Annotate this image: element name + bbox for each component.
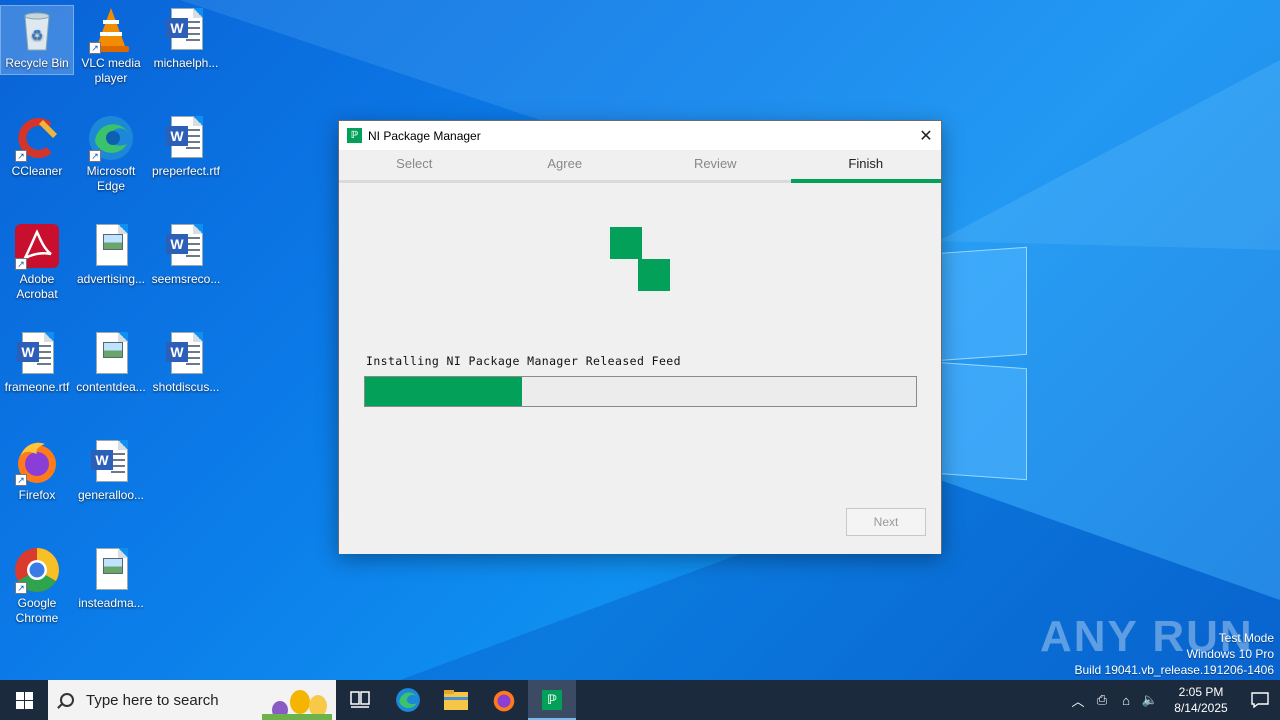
search-icon bbox=[60, 693, 74, 707]
word-document-icon: W bbox=[162, 222, 210, 270]
install-progress-bar bbox=[364, 376, 917, 407]
tab-select: Select bbox=[396, 156, 433, 171]
windows-start-icon bbox=[15, 691, 33, 709]
test-mode-watermark: Test Mode Windows 10 Pro Build 19041.vb_… bbox=[1074, 631, 1275, 677]
word-document-icon: W bbox=[87, 438, 135, 486]
desktop-icon-shotdiscus[interactable]: W shotdiscus... bbox=[150, 330, 222, 395]
taskbar-edge[interactable] bbox=[384, 680, 432, 720]
ccleaner-icon: ↗ bbox=[13, 114, 61, 162]
clock[interactable]: 2:05 PM 8/14/2025 bbox=[1162, 684, 1240, 716]
tab-finish: Finish bbox=[790, 150, 941, 183]
title-bar[interactable]: ℙ NI Package Manager ✕ bbox=[339, 121, 941, 150]
desktop-icon-contentdea[interactable]: contentdea... bbox=[75, 330, 147, 395]
word-document-icon: W bbox=[162, 6, 210, 54]
shortcut-arrow-icon: ↗ bbox=[89, 42, 101, 54]
search-placeholder: Type here to search bbox=[86, 691, 219, 709]
desktop-icon-seemsreco[interactable]: W seemsreco... bbox=[150, 222, 222, 287]
image-file-icon bbox=[87, 222, 135, 270]
close-button[interactable]: ✕ bbox=[911, 121, 941, 150]
tab-review: Review bbox=[693, 156, 737, 171]
shortcut-arrow-icon: ↗ bbox=[89, 150, 101, 162]
shortcut-arrow-icon: ↗ bbox=[15, 474, 27, 486]
taskbar-file-explorer[interactable] bbox=[432, 680, 480, 720]
taskbar: Type here to search ℙ ︿ ⎙ ⌂ 🔈 2:05 PM 8/… bbox=[0, 680, 1280, 720]
notification-icon bbox=[1251, 692, 1269, 708]
ni-package-manager-window: ℙ NI Package Manager ✕ Select Agree Revi… bbox=[338, 120, 942, 554]
desktop-icon-edge[interactable]: ↗ Microsoft Edge bbox=[75, 114, 147, 194]
notification-center-button[interactable] bbox=[1240, 692, 1280, 708]
tab-agree: Agree bbox=[547, 156, 583, 171]
shortcut-arrow-icon: ↗ bbox=[15, 150, 27, 162]
image-file-icon bbox=[87, 546, 135, 594]
desktop-icon-advertising[interactable]: advertising... bbox=[75, 222, 147, 287]
task-view-button[interactable] bbox=[336, 680, 384, 720]
shortcut-arrow-icon: ↗ bbox=[15, 582, 27, 594]
chevron-up-icon[interactable]: ︿ bbox=[1066, 691, 1090, 710]
image-file-icon bbox=[87, 330, 135, 378]
taskbar-ni-package-manager[interactable]: ℙ bbox=[528, 680, 576, 720]
next-button[interactable]: Next bbox=[846, 508, 926, 536]
firefox-icon: ↗ bbox=[13, 438, 61, 486]
ni-logo-square-bottom bbox=[638, 259, 670, 291]
desktop-icon-vlc[interactable]: ↗ VLC media player bbox=[75, 6, 147, 86]
word-document-icon: W bbox=[13, 330, 61, 378]
clock-date: 8/14/2025 bbox=[1174, 701, 1228, 715]
clock-time: 2:05 PM bbox=[1178, 685, 1224, 699]
desktop-icon-frameone[interactable]: W frameone.rtf bbox=[1, 330, 73, 395]
desktop-icon-michaelph[interactable]: W michaelph... bbox=[150, 6, 222, 71]
word-document-icon: W bbox=[162, 330, 210, 378]
volume-icon[interactable]: 🔈 bbox=[1138, 692, 1162, 708]
taskbar-search-box[interactable]: Type here to search bbox=[48, 680, 336, 720]
meet-now-icon[interactable]: ⎙ bbox=[1090, 692, 1114, 708]
svg-text:♻: ♻ bbox=[31, 27, 44, 43]
task-view-icon bbox=[350, 691, 370, 708]
chrome-icon: ↗ bbox=[13, 546, 61, 594]
firefox-icon bbox=[493, 690, 515, 712]
desktop-icon-generalloo[interactable]: W generalloo... bbox=[75, 438, 147, 503]
desktop-icon-firefox[interactable]: ↗ Firefox bbox=[1, 438, 73, 503]
window-title: NI Package Manager bbox=[368, 128, 481, 143]
desktop-icon-chrome[interactable]: ↗ Google Chrome bbox=[1, 546, 73, 626]
ni-logo-square-top bbox=[610, 227, 642, 259]
ni-app-icon: ℙ bbox=[347, 128, 362, 143]
ni-app-icon: ℙ bbox=[542, 690, 562, 710]
wizard-steps: Select Agree Review Finish bbox=[339, 150, 941, 183]
install-status-text: Installing NI Package Manager Released F… bbox=[366, 354, 681, 368]
desktop-icon-preperfect[interactable]: W preperfect.rtf bbox=[150, 114, 222, 179]
dialog-content: Installing NI Package Manager Released F… bbox=[339, 183, 941, 554]
taskbar-firefox[interactable] bbox=[480, 680, 528, 720]
network-icon[interactable]: ⌂ bbox=[1114, 693, 1138, 708]
recycle-bin-icon: ♻ bbox=[13, 6, 61, 54]
edge-browser-icon: ↗ bbox=[87, 114, 135, 162]
search-highlight-art bbox=[262, 690, 332, 720]
folder-icon bbox=[444, 690, 468, 710]
start-button[interactable] bbox=[0, 680, 48, 720]
windows-logo-wallpaper bbox=[935, 240, 1030, 481]
shortcut-arrow-icon: ↗ bbox=[15, 258, 27, 270]
desktop-icon-adobe-acrobat[interactable]: ↗ Adobe Acrobat bbox=[1, 222, 73, 302]
vlc-cone-icon: ↗ bbox=[87, 6, 135, 54]
progress-fill bbox=[365, 377, 523, 406]
desktop-icon-recycle-bin[interactable]: ♻ Recycle Bin bbox=[0, 5, 74, 75]
acrobat-icon: ↗ bbox=[13, 222, 61, 270]
desktop-icon-ccleaner[interactable]: ↗ CCleaner bbox=[1, 114, 73, 179]
word-document-icon: W bbox=[162, 114, 210, 162]
desktop-icon-insteadma[interactable]: insteadma... bbox=[75, 546, 147, 611]
system-tray: ︿ ⎙ ⌂ 🔈 2:05 PM 8/14/2025 bbox=[1066, 680, 1280, 720]
edge-browser-icon bbox=[396, 688, 420, 712]
